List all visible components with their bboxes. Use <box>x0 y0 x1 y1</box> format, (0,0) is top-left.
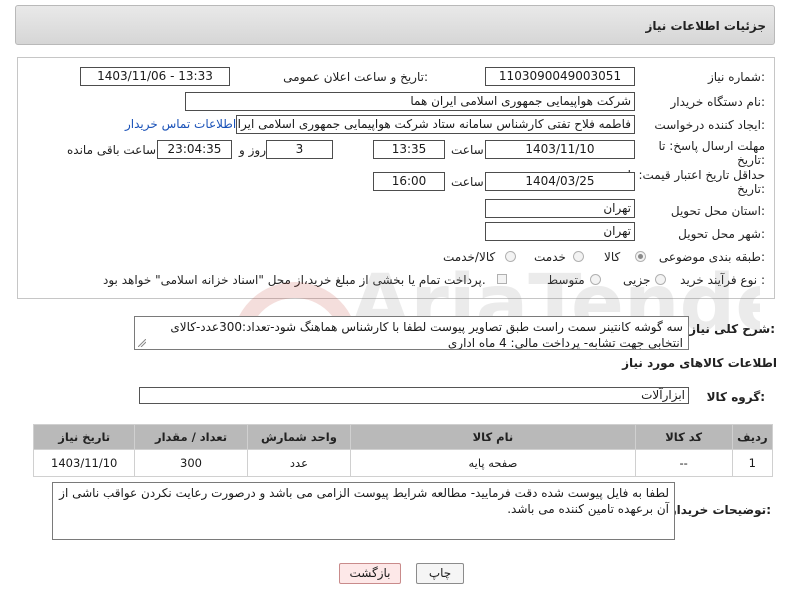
buyer-notes-label: توضیحات خریدار: <box>669 503 771 517</box>
buyer-notes-textarea[interactable]: لطفا به فایل پیوست شده دقت فرمایید- مطال… <box>52 482 675 540</box>
category-label: طبقه بندی موضوعی: <box>658 250 765 264</box>
validity-date-field[interactable]: 1404/03/25 <box>485 172 635 191</box>
goods-section-title: اطلاعات کالاهای مورد نیاز <box>622 356 777 370</box>
validity-time-field[interactable]: 16:00 <box>373 172 445 191</box>
treasury-payment-note: پرداخت تمام یا بخشی از مبلغ خرید،از محل … <box>103 273 486 287</box>
category-option-service: خدمت <box>534 250 566 264</box>
deadline-label: مهلت ارسال پاسخ: تا <box>658 139 765 153</box>
validity-time-label: ساعت <box>451 175 484 189</box>
city-label: شهر محل تحویل: <box>678 227 765 241</box>
back-button[interactable]: بازگشت <box>339 563 401 584</box>
buyer-label: نام دستگاه خریدار: <box>670 95 766 109</box>
treasury-payment-checkbox[interactable] <box>497 274 507 284</box>
deadline-label-date: تاریخ: <box>737 153 765 167</box>
table-row: 1 -- صفحه پایه عدد 300 1403/11/10 <box>32 449 774 477</box>
days-label: روز و <box>239 143 266 157</box>
creator-label: ایجاد کننده درخواست: <box>654 118 765 132</box>
goods-table: ردیف کد کالا نام کالا واحد شمارش تعداد /… <box>32 424 774 477</box>
province-label: استان محل تحویل: <box>670 204 765 218</box>
cell-date: 1403/11/10 <box>32 449 136 477</box>
col-date: تاریخ نیاز <box>32 424 136 450</box>
description-textarea[interactable]: سه گوشه کانتینر سمت راست طبق تصاویر پیوس… <box>134 316 689 350</box>
goods-group-field[interactable]: ابزارآلات <box>139 387 689 404</box>
process-label: نوع فرآیند خرید : <box>680 273 765 287</box>
city-field[interactable]: تهران <box>485 222 635 241</box>
deadline-date-field[interactable]: 1403/11/10 <box>485 140 635 159</box>
buyer-notes-text: لطفا به فایل پیوست شده دقت فرمایید- مطال… <box>59 486 669 516</box>
category-option-goods-service: کالا/خدمت <box>443 250 496 264</box>
process-radio-minor[interactable] <box>655 274 666 285</box>
page-header: جزئیات اطلاعات نیاز <box>15 5 775 45</box>
remaining-label: ساعت باقی مانده <box>67 143 157 157</box>
category-radio-service[interactable] <box>573 251 584 262</box>
description-text: سه گوشه کانتینر سمت راست طبق تصاویر پیوس… <box>170 320 683 350</box>
page-title: جزئیات اطلاعات نیاز <box>645 19 766 33</box>
days-field[interactable]: 3 <box>266 140 333 159</box>
col-name: نام کالا <box>350 424 636 450</box>
goods-group-label: گروه کالا: <box>706 390 765 404</box>
deadline-time-field[interactable]: 13:35 <box>373 140 445 159</box>
col-row: ردیف <box>731 424 774 450</box>
cell-qty: 300 <box>134 449 248 477</box>
col-qty: تعداد / مقدار <box>134 424 248 450</box>
announce-field[interactable]: 1403/11/06 - 13:33 <box>80 67 230 86</box>
validity-label: حداقل تاریخ اعتبار قیمت: تا <box>627 168 765 182</box>
col-code: کد کالا <box>634 424 733 450</box>
cell-unit: عدد <box>246 449 352 477</box>
process-option-medium: متوسط <box>547 273 585 287</box>
remaining-time-field[interactable]: 23:04:35 <box>157 140 232 159</box>
description-label: شرح کلی نیاز: <box>689 322 775 336</box>
print-button[interactable]: چاپ <box>416 563 464 584</box>
category-option-goods: کالا <box>604 250 621 264</box>
category-radio-goods-service[interactable] <box>505 251 516 262</box>
validity-label-date: تاریخ: <box>737 182 765 196</box>
province-field[interactable]: تهران <box>485 199 635 218</box>
process-option-minor: جزیی <box>623 273 651 287</box>
col-unit: واحد شمارش <box>246 424 352 450</box>
cell-code: -- <box>634 449 733 477</box>
announce-label: تاریخ و ساعت اعلان عمومی: <box>283 70 428 84</box>
process-radio-medium[interactable] <box>590 274 601 285</box>
need-number-field[interactable]: 1103090049003051 <box>485 67 635 86</box>
cell-name: صفحه پایه <box>350 449 636 477</box>
cell-row: 1 <box>731 449 774 477</box>
deadline-time-label: ساعت <box>451 143 484 157</box>
buyer-field[interactable]: شرکت هواپیمایی جمهوری اسلامی ایران هما <box>185 92 635 111</box>
creator-field[interactable]: فاطمه فلاح تفتی کارشناس سامانه ستاد شرکت… <box>236 115 635 134</box>
need-number-label: شماره نیاز: <box>707 70 765 84</box>
buyer-contact-link[interactable]: اطلاعات تماس خریدار <box>125 117 236 131</box>
goods-table-header: ردیف کد کالا نام کالا واحد شمارش تعداد /… <box>32 424 774 450</box>
category-radio-goods[interactable] <box>635 251 646 262</box>
resize-grip-icon[interactable] <box>138 339 146 347</box>
